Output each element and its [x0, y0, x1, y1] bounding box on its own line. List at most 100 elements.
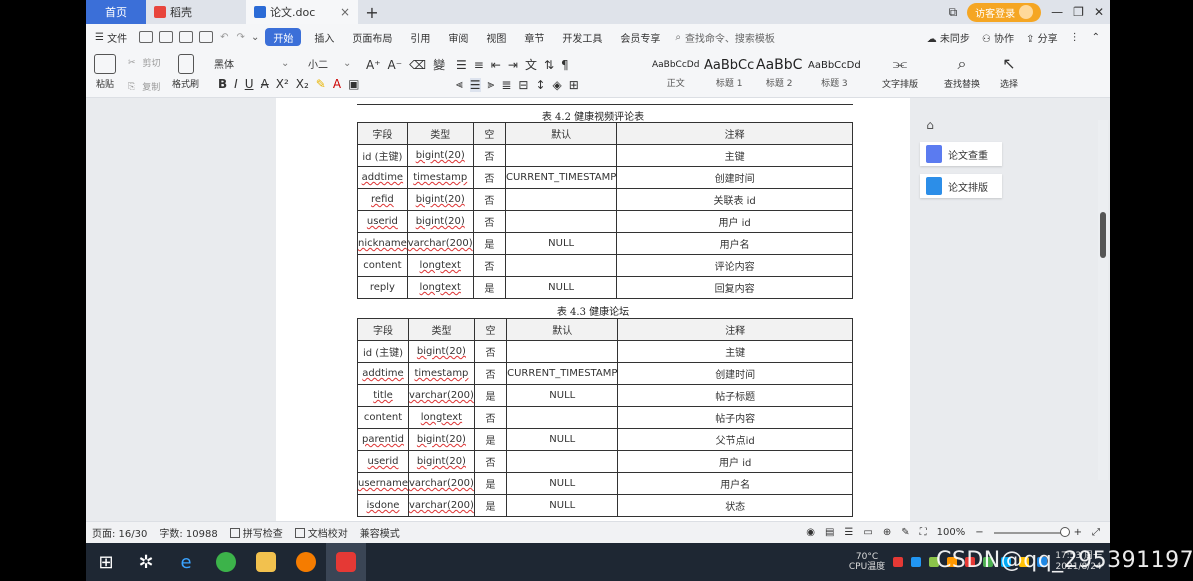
quick-access-dropdown-icon[interactable]: ⌄ [251, 32, 259, 43]
undo-icon[interactable]: ↶ [220, 32, 228, 43]
table1-cell[interactable]: 是 [472, 276, 506, 299]
taskbar-ie[interactable]: e [166, 543, 206, 581]
table1-cell[interactable]: bigint(20) [406, 144, 474, 167]
close-tab-icon[interactable]: × [340, 5, 350, 19]
minimize-icon[interactable]: — [1051, 5, 1063, 19]
table2-cell[interactable]: CURRENT_TIMESTAMP [506, 362, 619, 385]
table1-cell[interactable]: NULL [504, 276, 618, 299]
table1-cell[interactable]: addtime [357, 166, 408, 189]
table2-cell[interactable]: 帖子内容 [617, 406, 853, 429]
distribute-icon[interactable]: ⊟ [518, 78, 528, 92]
menu-member[interactable]: 会员专享 [611, 24, 669, 50]
align-right-icon[interactable]: ⫸ [488, 77, 495, 92]
write-mode-icon[interactable]: ✎ [901, 527, 909, 538]
table2-cell[interactable]: isdone [357, 494, 409, 517]
table2-cell[interactable]: id (主键) [357, 340, 409, 363]
table2-cell[interactable]: 用户 id [617, 450, 853, 473]
table1-cell[interactable]: CURRENT_TIMESTAMP [504, 166, 618, 189]
tray-icon[interactable] [911, 557, 922, 567]
font-size-select[interactable]: 小二 ⌄ [308, 56, 351, 71]
tray-icon[interactable] [893, 557, 904, 567]
zoom-in-icon[interactable]: + [1074, 527, 1082, 538]
more-icon[interactable]: ⋮ [1070, 32, 1080, 43]
table1-cell[interactable] [504, 188, 618, 211]
table1-cell[interactable]: 关联表 id [616, 188, 853, 211]
table2-cell[interactable]: NULL [506, 494, 619, 517]
table2-cell[interactable] [506, 406, 619, 429]
collab-button[interactable]: ⚇ 协作 [982, 30, 1014, 45]
menu-start[interactable]: 开始 [265, 28, 302, 46]
taskbar-browser[interactable] [206, 543, 246, 581]
tab-home[interactable]: 首页 [86, 0, 146, 24]
style-heading-3[interactable]: AaBbCcDd 标题 3 [808, 54, 861, 90]
page-view-icon[interactable]: ▤ [825, 527, 834, 538]
table1-cell[interactable]: 否 [472, 144, 506, 167]
style-normal[interactable]: AaBbCcDd 正文 [652, 54, 699, 89]
table2-cell[interactable]: bigint(20) [408, 340, 475, 363]
table2-cell[interactable]: NULL [506, 472, 619, 495]
numbered-list-icon[interactable]: ≡ [474, 58, 484, 72]
highlight-icon[interactable]: ✎ [316, 77, 326, 91]
tab-document[interactable]: 论文.doc × [246, 0, 358, 24]
table1-cell[interactable]: 否 [472, 210, 506, 233]
document-page[interactable]: 表 4.2 健康视频评论表 字段 类型 空 默认 注释 id (主键) bigin… [276, 98, 910, 521]
table2-cell[interactable]: 状态 [617, 494, 853, 517]
table1-cell[interactable]: id (主键) [357, 144, 408, 167]
table2-cell[interactable]: 主键 [617, 340, 853, 363]
format-painter-button[interactable]: 格式刷 [172, 54, 199, 90]
table1-cell[interactable]: 否 [472, 188, 506, 211]
cpu-temp[interactable]: 70°C CPU温度 [849, 552, 885, 572]
subscript-icon[interactable]: X₂ [296, 77, 309, 91]
close-window-icon[interactable]: ✕ [1094, 5, 1104, 19]
taskbar-explorer[interactable] [246, 543, 286, 581]
table1-cell[interactable]: 创建时间 [616, 166, 853, 189]
doc-proof-button[interactable]: 文档校对 [289, 525, 354, 540]
show-marks-icon[interactable]: ¶ [561, 58, 569, 72]
table1-cell[interactable]: 用户 id [616, 210, 853, 233]
new-tab-button[interactable]: + [358, 3, 386, 22]
cut-button[interactable]: ✂ 剪切 [128, 56, 161, 70]
table1-cell[interactable]: bigint(20) [406, 210, 474, 233]
table1-cell[interactable]: reply [357, 276, 408, 299]
document-canvas[interactable]: 表 4.2 健康视频评论表 字段 类型 空 默认 注释 id (主键) bigin… [86, 98, 1110, 521]
bold-icon[interactable]: B [218, 77, 227, 91]
table1-cell[interactable] [504, 254, 618, 277]
outline-view-icon[interactable]: ☰ [844, 527, 853, 538]
table1-cell[interactable] [504, 144, 618, 167]
table2-cell[interactable]: 否 [473, 450, 508, 473]
table2-cell[interactable]: 否 [473, 406, 508, 429]
table1-cell[interactable]: 否 [472, 254, 506, 277]
table1-cell[interactable]: timestamp [406, 166, 474, 189]
table1-cell[interactable]: content [357, 254, 408, 277]
spell-check-toggle[interactable]: 拼写检查 [224, 525, 289, 540]
table2-cell[interactable]: userid [357, 450, 409, 473]
table2-cell[interactable]: username [357, 472, 409, 495]
command-search[interactable]: ⌕ 查找命令、搜索模板 [675, 30, 775, 45]
align-left-icon[interactable]: ⫷ [456, 77, 463, 92]
table1-cell[interactable]: bigint(20) [406, 188, 474, 211]
start-button[interactable]: ⊞ [86, 543, 126, 581]
login-button[interactable]: 访客登录 [967, 2, 1042, 22]
page-indicator[interactable]: 页面: 16/30 [86, 525, 153, 540]
table2-cell[interactable]: content [357, 406, 409, 429]
table1-cell[interactable]: NULL [504, 232, 618, 255]
redo-icon[interactable]: ↷ [237, 32, 245, 43]
copy-button[interactable]: ⎘ 复制 [128, 80, 160, 94]
table2[interactable]: 字段 类型 空 默认 注释 id (主键) bigint(20) 否 主键 addtim… [357, 318, 853, 517]
table2-cell[interactable]: parentid [357, 428, 409, 451]
table2-cell[interactable]: varchar(200) [408, 384, 475, 407]
font-color-icon[interactable]: A [333, 77, 341, 91]
save-icon[interactable] [139, 31, 154, 43]
thesis-check-button[interactable]: 论文查重 [920, 142, 1002, 166]
table2-cell[interactable]: 是 [473, 428, 508, 451]
superscript-icon[interactable]: X² [276, 77, 289, 91]
menu-review[interactable]: 审阅 [439, 24, 477, 50]
borders-icon[interactable]: ⊞ [569, 78, 579, 92]
strikethrough-icon[interactable]: A̶ [261, 77, 269, 91]
table1-cell[interactable]: 是 [472, 232, 506, 255]
select-button[interactable]: ↖ 选择 [998, 54, 1020, 90]
menu-view[interactable]: 视图 [477, 24, 515, 50]
table2-cell[interactable]: bigint(20) [408, 428, 475, 451]
table2-cell[interactable] [506, 450, 619, 473]
italic-icon[interactable]: I [234, 77, 238, 91]
